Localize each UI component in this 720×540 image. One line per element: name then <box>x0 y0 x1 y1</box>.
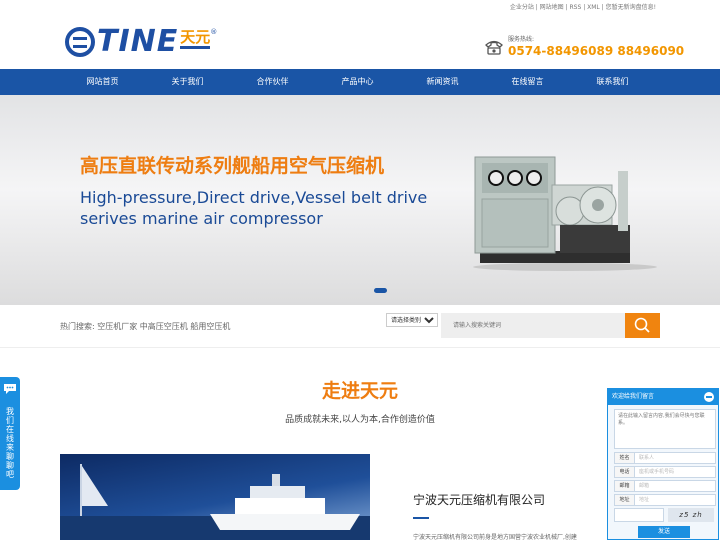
nav-item-news[interactable]: 新闻资讯 <box>400 69 485 95</box>
hero-banner[interactable]: 高压直联传动系列舰船用空气压缩机 High-pressure,Direct dr… <box>0 95 720 305</box>
telephone-icon <box>485 40 503 55</box>
phone-field-placeholder: 座机或手机号码 <box>639 469 675 475</box>
address-field-placeholder: 地址 <box>639 497 650 503</box>
carousel-dot-active[interactable] <box>374 288 387 293</box>
nav-item-about[interactable]: 关于我们 <box>145 69 230 95</box>
logo-mark-icon <box>65 27 95 57</box>
top-links[interactable]: 企业分站 | 网站地图 | RSS | XML | 您暂无新询盘信息! <box>510 2 656 11</box>
main-nav: 网站首页 关于我们 合作伙伴 产品中心 新闻资讯 在线留言 联系我们 <box>0 69 720 95</box>
company-description: 宁波天元压缩机有限公司前身是地方国营宁波农业机械厂,创建 <box>413 534 577 540</box>
company-name: 宁波天元压缩机有限公司 <box>413 493 546 507</box>
category-select[interactable]: 请选择类别 <box>386 313 438 327</box>
banner-subtitle: High-pressure,Direct drive,Vessel belt d… <box>80 187 428 229</box>
company-name-underline <box>413 517 429 519</box>
hotline-label: 服务热线: <box>508 36 535 43</box>
address-field-label: 地址 <box>615 495 635 505</box>
banner-title: 高压直联传动系列舰船用空气压缩机 <box>80 155 385 177</box>
hot-search-label[interactable]: 热门搜索: 空压机厂家 中高压空压机 船用空压机 <box>60 321 230 332</box>
section-divider <box>0 347 720 348</box>
nav-item-home[interactable]: 网站首页 <box>60 69 145 95</box>
nav-item-message[interactable]: 在线留言 <box>485 69 570 95</box>
nav-item-partners[interactable]: 合作伙伴 <box>230 69 315 95</box>
name-field-label: 姓名 <box>615 453 635 463</box>
email-field-label: 邮箱 <box>615 481 635 491</box>
search-input[interactable] <box>441 313 625 338</box>
search-button[interactable] <box>625 313 660 338</box>
nav-item-products[interactable]: 产品中心 <box>315 69 400 95</box>
logo-registered-mark: ® <box>210 28 218 36</box>
company-photo <box>60 454 370 540</box>
message-widget-header[interactable]: 欢迎给我们留言 <box>608 389 718 405</box>
air-compressor-image <box>473 156 657 271</box>
online-chat-label: 我们在线 来聊聊吧 <box>6 407 14 479</box>
address-field[interactable]: 地址 地址 <box>614 494 716 506</box>
phone-field[interactable]: 电话 座机或手机号码 <box>614 466 716 478</box>
online-chat-tab[interactable]: 我们在线 来聊聊吧 <box>0 377 20 490</box>
email-field[interactable]: 邮箱 邮箱 <box>614 480 716 492</box>
name-field-placeholder: 联系人 <box>639 455 655 461</box>
minimize-icon[interactable] <box>704 392 714 402</box>
name-field[interactable]: 姓名 联系人 <box>614 452 716 464</box>
message-textarea[interactable] <box>614 409 716 449</box>
site-logo[interactable]: TINE 天元 ® <box>65 26 217 58</box>
banner-subtitle-line2: serives marine air compressor <box>80 209 323 228</box>
logo-cn-text: 天元 <box>180 28 211 49</box>
hotline-number: 0574-88496089 88496090 <box>508 44 685 58</box>
nav-item-contact[interactable]: 联系我们 <box>570 69 655 95</box>
email-field-placeholder: 邮箱 <box>639 483 650 489</box>
message-widget: 欢迎给我们留言 姓名 联系人 电话 座机或手机号码 邮箱 邮箱 地址 地址 z5… <box>607 388 719 540</box>
ship-illustration <box>60 464 370 540</box>
search-icon <box>634 317 650 333</box>
send-button[interactable]: 发送 <box>638 526 690 538</box>
chat-bubble-icon <box>4 384 16 394</box>
phone-field-label: 电话 <box>615 467 635 477</box>
captcha-image[interactable]: z5 zh <box>668 508 714 522</box>
message-widget-title: 欢迎给我们留言 <box>612 393 655 400</box>
hotline: 服务热线: 0574-88496089 88496090 <box>484 36 684 58</box>
captcha-input[interactable] <box>614 508 664 522</box>
logo-text: TINE <box>97 24 179 59</box>
banner-subtitle-line1: High-pressure,Direct drive,Vessel belt d… <box>80 188 428 207</box>
